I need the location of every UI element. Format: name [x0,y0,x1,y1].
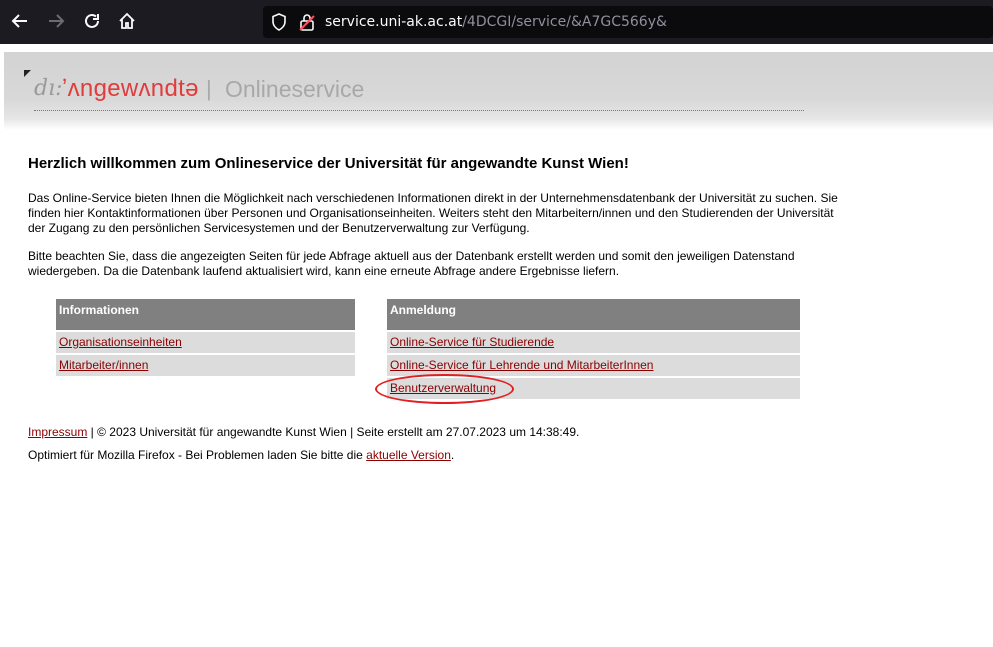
intro-paragraph: Das Online-Service bieten Ihnen die Mögl… [28,191,838,235]
footer: Impressum | © 2023 Universität für angew… [28,421,579,467]
url-text[interactable]: service.uni-ak.ac.at/4DCGI/service/&A7GC… [325,14,667,30]
back-arrow-icon[interactable] [9,10,31,32]
insecure-lock-icon[interactable] [299,13,315,36]
info-box-title: Informationen [56,299,355,330]
info-box: Informationen Organisationseinheiten Mit… [56,299,355,376]
login-box-title: Anmeldung [387,299,800,330]
browser-toolbar: service.uni-ak.ac.at/4DCGI/service/&A7GC… [0,0,993,44]
footer-period: . [450,448,455,462]
login-row: Online-Service für Studierende [387,332,800,353]
header-banner: dı: ʼʌngewʌndtə | Onlineservice [4,52,993,130]
copyright-text: | © 2023 Universität für angewandte Kuns… [87,425,580,439]
login-row: Online-Service für Lehrende und Mitarbei… [387,355,800,376]
info-row: Organisationseinheiten [56,332,355,353]
dotted-divider [34,110,804,111]
link-service-lehrende[interactable]: Online-Service für Lehrende und Mitarbei… [390,358,653,372]
page-title: Herzlich willkommen zum Onlineservice de… [28,155,629,172]
current-version-link[interactable]: aktuelle Version [366,448,451,462]
optimized-text: Optimiert für Mozilla Firefox - Bei Prob… [28,448,367,462]
footer-line-2: Optimiert für Mozilla Firefox - Bei Prob… [28,444,579,467]
info-row: Mitarbeiter/innen [56,355,355,376]
link-organisationseinheiten[interactable]: Organisationseinheiten [59,335,182,349]
link-service-studierende[interactable]: Online-Service für Studierende [390,335,554,349]
reload-icon[interactable] [81,10,103,32]
shield-icon[interactable] [271,13,287,36]
logo-prefix: dı: [34,76,63,101]
header-separator: | [206,76,212,101]
main-content: Herzlich willkommen zum Onlineservice de… [28,155,838,292]
url-bar[interactable]: service.uni-ak.ac.at/4DCGI/service/&A7GC… [263,6,993,38]
university-logo: ʼʌngewʌndtə [62,75,199,102]
service-title: Onlineservice [225,76,365,102]
home-icon[interactable] [116,10,138,32]
corner-triangle-icon [24,70,31,77]
highlight-circle [375,374,514,404]
impressum-link[interactable]: Impressum [28,425,87,439]
link-mitarbeiter[interactable]: Mitarbeiter/innen [59,358,148,372]
notice-paragraph: Bitte beachten Sie, dass die angezeigten… [28,249,795,278]
forward-arrow-icon[interactable] [45,10,67,32]
footer-line-1: Impressum | © 2023 Universität für angew… [28,421,579,444]
